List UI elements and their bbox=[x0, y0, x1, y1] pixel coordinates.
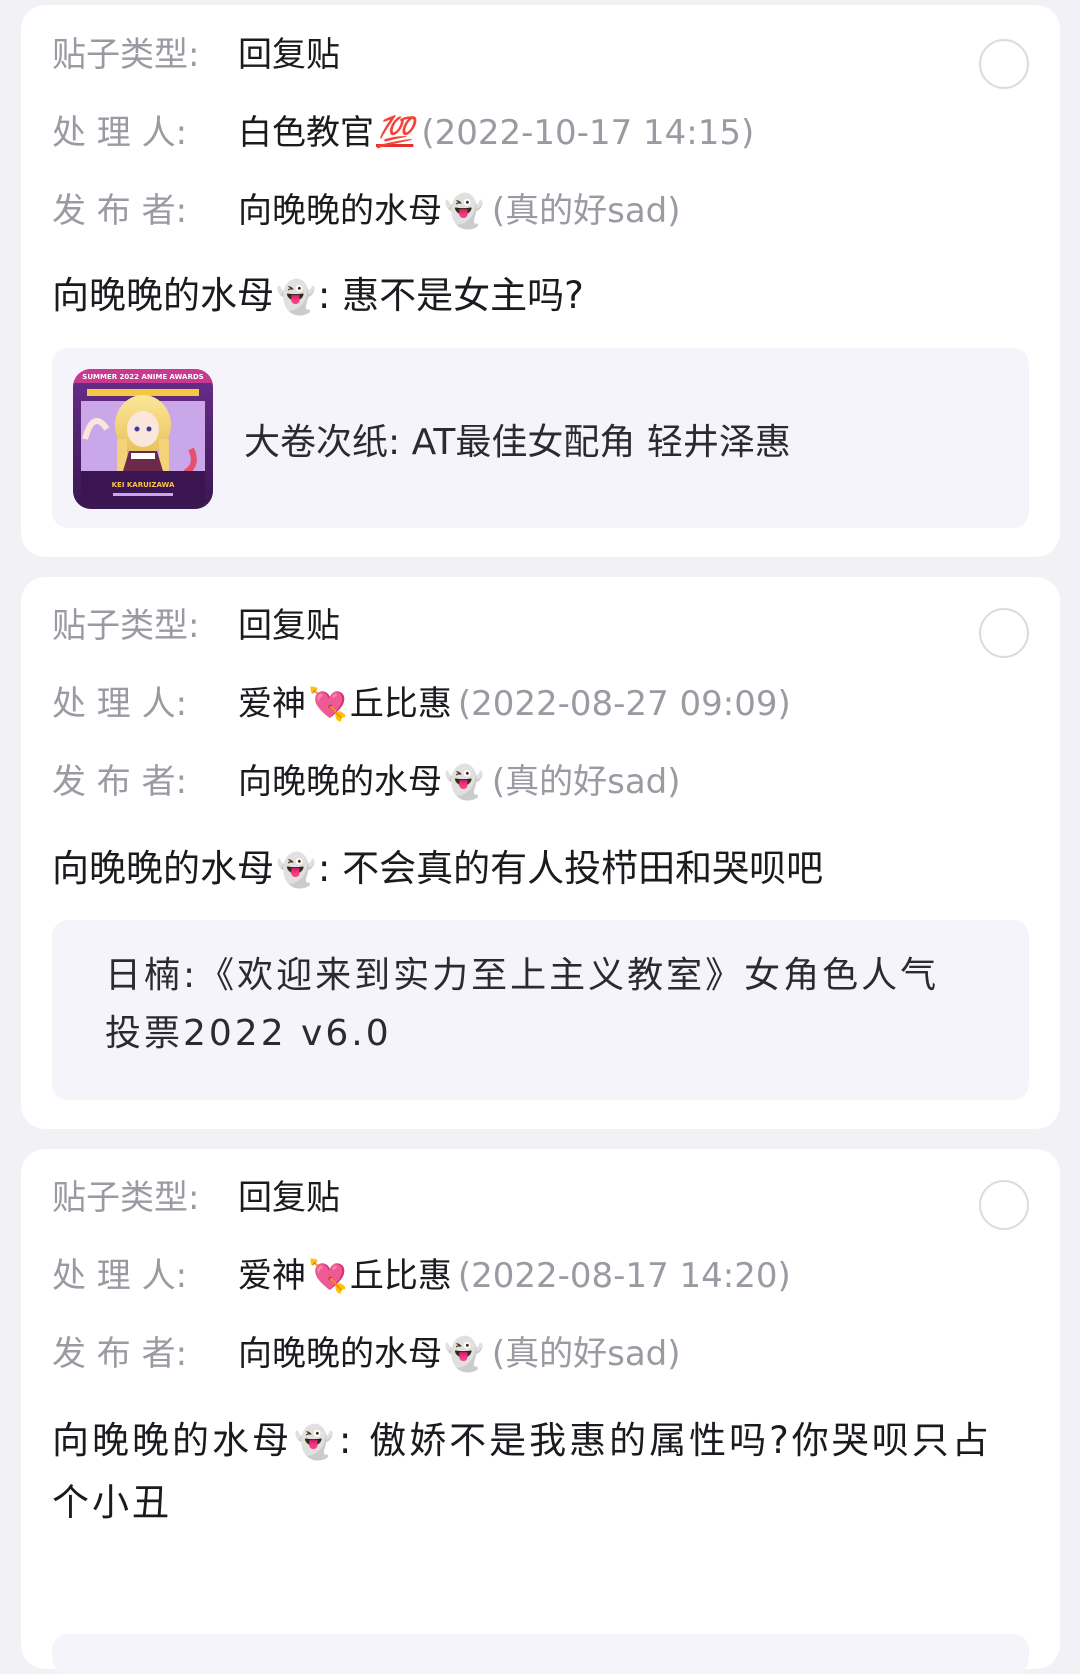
ghost-icon: 👻 bbox=[276, 278, 316, 316]
post-card[interactable]: 贴子类型: 回复贴 处 理 人: 爱神💘丘比惠 (2022-08-27 09:0… bbox=[21, 577, 1060, 1129]
post-type-label: 贴子类型: bbox=[52, 1178, 200, 1218]
handler-label: 处 理 人: bbox=[52, 113, 188, 153]
heart-arrow-icon: 💘 bbox=[308, 1257, 348, 1295]
publisher-row: 发 布 者: 向晚晚的水母 👻 (真的好sad) bbox=[52, 762, 681, 802]
handler-label: 处 理 人: bbox=[52, 1256, 188, 1296]
reply-message[interactable]: 向晚晚的水母👻: 惠不是女主吗? bbox=[52, 265, 1029, 327]
publisher-name[interactable]: 向晚晚的水母 bbox=[238, 191, 442, 231]
ghost-icon: 👻 bbox=[294, 1423, 337, 1461]
publisher-note: (真的好sad) bbox=[491, 762, 681, 802]
handler-name[interactable]: 白色教官 bbox=[238, 113, 374, 153]
post-type-value: 回复贴 bbox=[238, 606, 340, 646]
handler-time: (2022-10-17 14:15) bbox=[421, 113, 755, 153]
heart-arrow-icon: 💘 bbox=[308, 685, 348, 723]
post-type-row: 贴子类型: 回复贴 bbox=[52, 1178, 340, 1218]
post-type-label: 贴子类型: bbox=[52, 606, 200, 646]
handler-name-prefix: 爱神 bbox=[238, 684, 306, 724]
ghost-icon: 👻 bbox=[276, 851, 316, 889]
post-type-value: 回复贴 bbox=[238, 1178, 340, 1218]
publisher-label: 发 布 者: bbox=[52, 1334, 188, 1374]
handler-name[interactable]: 爱神💘丘比惠 bbox=[238, 1256, 452, 1296]
handler-row: 处 理 人: 爱神💘丘比惠 (2022-08-17 14:20) bbox=[52, 1256, 791, 1296]
message-author: 向晚晚的水母 bbox=[52, 274, 274, 317]
message-text: : 惠不是女主吗? bbox=[317, 274, 584, 317]
handler-label: 处 理 人: bbox=[52, 684, 188, 724]
post-card[interactable]: 贴子类型: 回复贴 处 理 人: 爱神💘丘比惠 (2022-08-17 14:2… bbox=[21, 1149, 1060, 1674]
select-checkbox[interactable] bbox=[979, 608, 1029, 658]
reply-message[interactable]: 向晚晚的水母👻: 不会真的有人投栉田和哭呗吧 bbox=[52, 838, 1029, 900]
quoted-thread[interactable]: 日楠:《欢迎来到实力至上主义教室》女角色人气投票2022 v6.0 bbox=[52, 920, 1029, 1100]
quote-title: 大卷次纸: AT最佳女配角 轻井泽惠 bbox=[244, 422, 791, 463]
post-type-row: 贴子类型: 回复贴 bbox=[52, 35, 340, 75]
publisher-label: 发 布 者: bbox=[52, 191, 188, 231]
thumbnail-banner: SUMMER 2022 ANIME AWARDS bbox=[82, 373, 203, 381]
reply-message[interactable]: 向晚晚的水母👻: 傲娇不是我惠的属性吗?你哭呗只占个小丑 bbox=[52, 1410, 1029, 1534]
handler-row: 处 理 人: 爱神💘丘比惠 (2022-08-27 09:09) bbox=[52, 684, 791, 724]
post-card[interactable]: 贴子类型: 回复贴 处 理 人: 白色教官 💯 (2022-10-17 14:1… bbox=[21, 5, 1060, 557]
ghost-icon: 👻 bbox=[444, 192, 484, 230]
handler-row: 处 理 人: 白色教官 💯 (2022-10-17 14:15) bbox=[52, 113, 754, 153]
quoted-thread[interactable] bbox=[52, 1634, 1029, 1674]
publisher-note: (真的好sad) bbox=[491, 1334, 681, 1374]
hundred-points-icon: 💯 bbox=[376, 115, 414, 150]
handler-name-suffix: 丘比惠 bbox=[349, 1256, 452, 1296]
message-text: : 不会真的有人投栉田和哭呗吧 bbox=[317, 847, 824, 890]
post-type-row: 贴子类型: 回复贴 bbox=[52, 606, 340, 646]
publisher-name[interactable]: 向晚晚的水母 bbox=[238, 762, 442, 802]
post-type-label: 贴子类型: bbox=[52, 35, 200, 75]
handler-time: (2022-08-27 09:09) bbox=[457, 684, 791, 724]
thumbnail-image: SUMMER 2022 ANIME AWARDS KEI KARUIZAWA bbox=[73, 369, 213, 509]
thumbnail-caption: KEI KARUIZAWA bbox=[112, 481, 175, 489]
quote-title: 日楠:《欢迎来到实力至上主义教室》女角色人气投票2022 v6.0 bbox=[105, 955, 940, 1054]
handler-name-prefix: 爱神 bbox=[238, 1256, 306, 1296]
handler-name-suffix: 丘比惠 bbox=[349, 684, 452, 724]
publisher-note: (真的好sad) bbox=[491, 191, 681, 231]
select-checkbox[interactable] bbox=[979, 1180, 1029, 1230]
publisher-label: 发 布 者: bbox=[52, 762, 188, 802]
message-author: 向晚晚的水母 bbox=[52, 847, 274, 890]
handler-time: (2022-08-17 14:20) bbox=[457, 1256, 791, 1296]
publisher-name[interactable]: 向晚晚的水母 bbox=[238, 1334, 442, 1374]
publisher-row: 发 布 者: 向晚晚的水母 👻 (真的好sad) bbox=[52, 191, 681, 231]
post-type-value: 回复贴 bbox=[238, 35, 340, 75]
ghost-icon: 👻 bbox=[444, 1335, 484, 1373]
message-author: 向晚晚的水母 bbox=[52, 1419, 292, 1462]
ghost-icon: 👻 bbox=[444, 763, 484, 801]
select-checkbox[interactable] bbox=[979, 39, 1029, 89]
quoted-thread[interactable]: SUMMER 2022 ANIME AWARDS KEI KARUIZAWA 大… bbox=[52, 348, 1029, 528]
handler-name[interactable]: 爱神💘丘比惠 bbox=[238, 684, 452, 724]
publisher-row: 发 布 者: 向晚晚的水母 👻 (真的好sad) bbox=[52, 1334, 681, 1374]
anime-award-thumbnail: SUMMER 2022 ANIME AWARDS KEI KARUIZAWA bbox=[73, 369, 213, 509]
